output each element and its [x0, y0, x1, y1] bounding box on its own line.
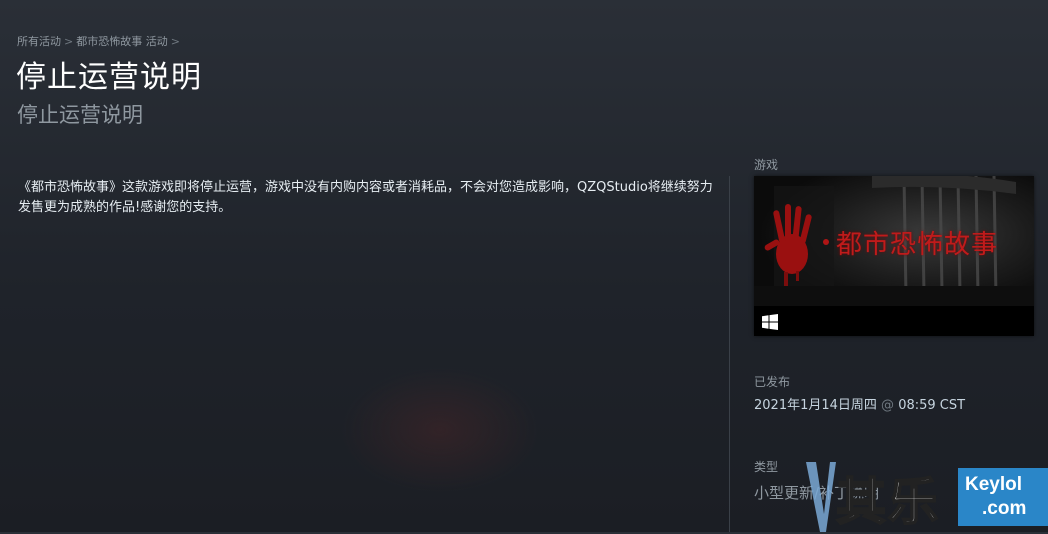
released-date: 2021年1月14日周四 [754, 398, 877, 413]
windows-icon [762, 314, 778, 330]
game-card-footer [754, 306, 1034, 336]
breadcrumb-all-activity[interactable]: 所有活动 [17, 35, 61, 48]
announcement-body: 《都市恐怖故事》这款游戏即将停止运营，游戏中没有内购内容或者消耗品，不会对您造成… [18, 180, 713, 215]
type-label: 类型 [754, 460, 779, 474]
watermark-brand-domain: .com [982, 498, 1027, 519]
released-label: 已发布 [754, 375, 791, 389]
breadcrumb: 所有活动 > 都市恐怖故事 活动 > [17, 33, 183, 49]
game-capsule-title: 都市恐怖故事 [836, 230, 999, 260]
game-card[interactable]: 都市恐怖故事 [754, 176, 1034, 336]
watermark-brand-name: Keylol [965, 474, 1023, 495]
released-time: 08:59 CST [898, 398, 966, 413]
watermark-chinese-text: 其乐 [835, 471, 940, 532]
breadcrumb-game-activity[interactable]: 都市恐怖故事 活动 [76, 35, 168, 48]
watermark-v-shape [806, 462, 836, 532]
breadcrumb-separator: > [170, 35, 180, 48]
released-at-symbol: @ [881, 398, 895, 413]
content-divider [729, 176, 730, 532]
breadcrumb-separator: > [64, 35, 74, 48]
page-subtitle: 停止运营说明 [17, 103, 143, 127]
watermark-brand-box: Keylol .com [958, 468, 1048, 526]
game-label: 游戏 [754, 158, 779, 172]
page-title: 停止运营说明 [16, 60, 202, 95]
keylol-watermark: 其乐 Keylol .com [806, 462, 1048, 532]
released-datetime: 2021年1月14日周四 @ 08:59 CST [754, 394, 965, 413]
